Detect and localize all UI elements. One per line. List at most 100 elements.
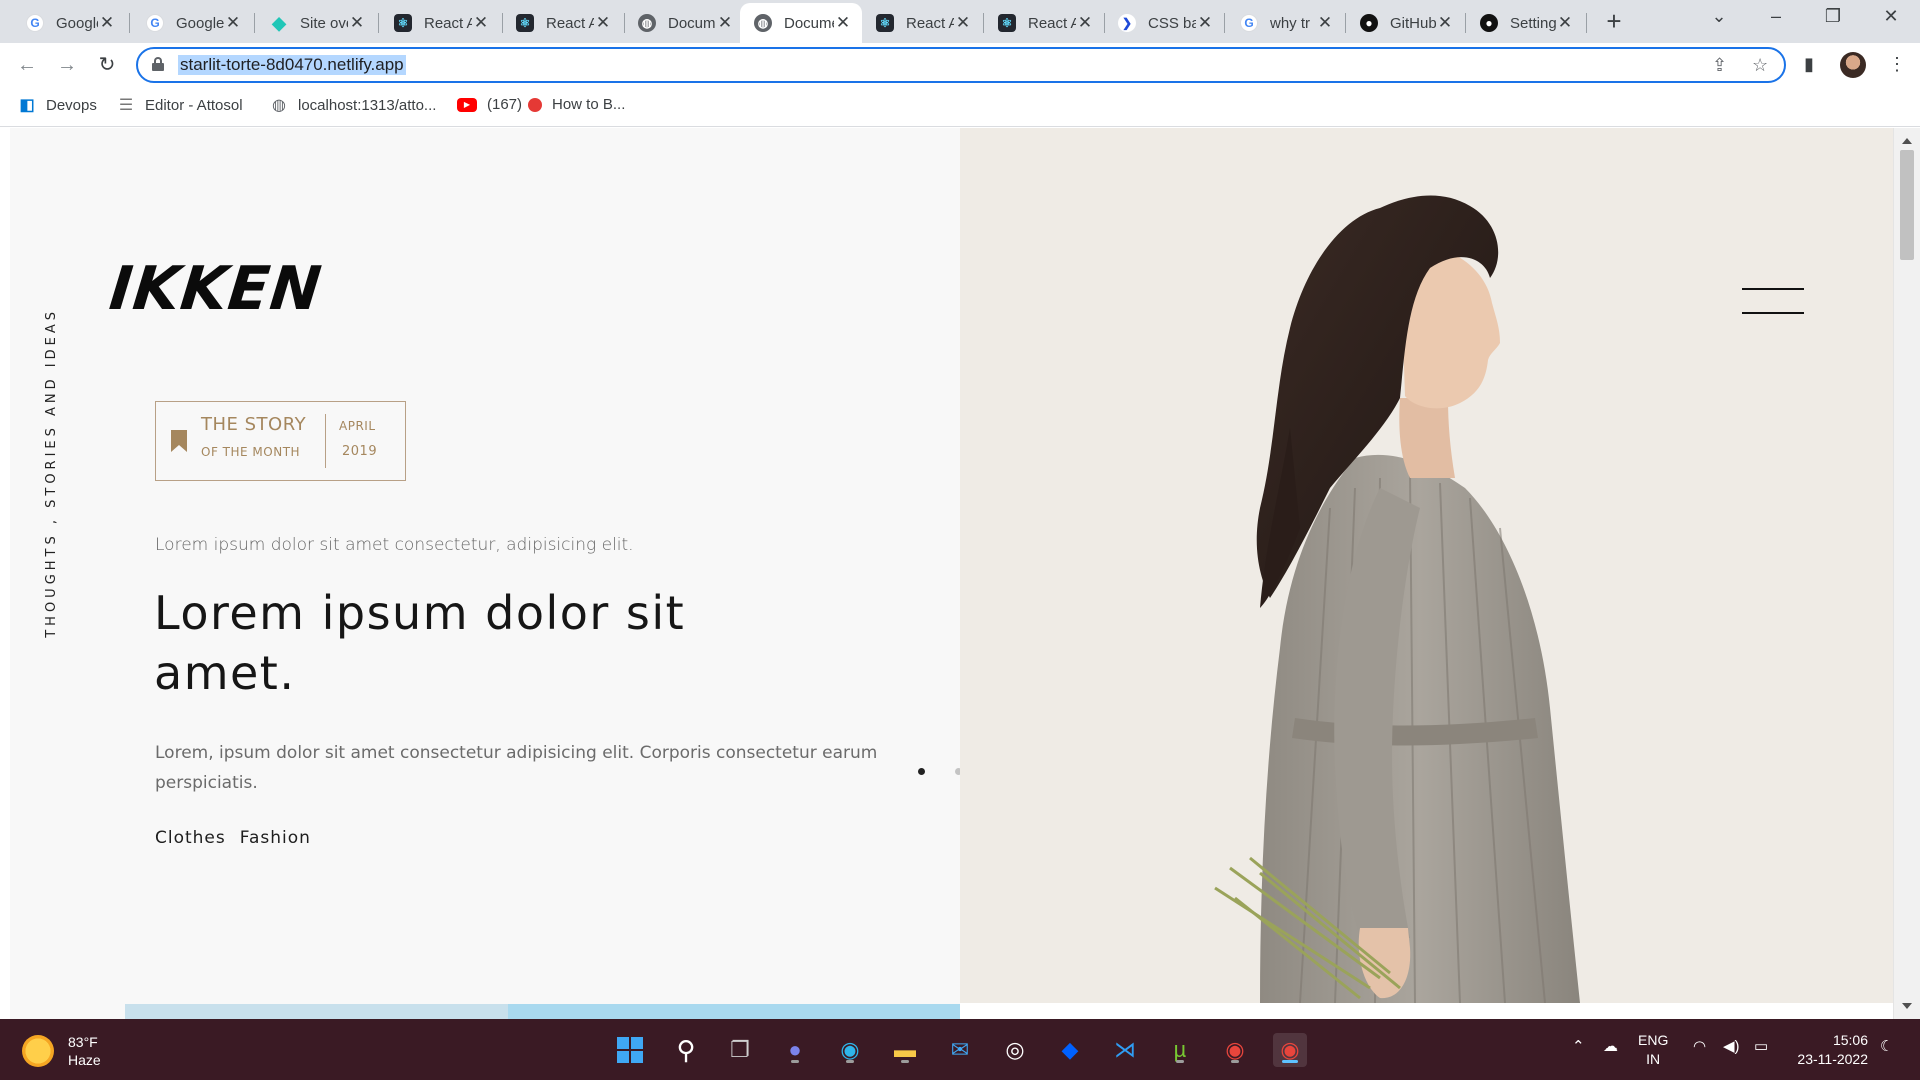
language-indicator[interactable]: ENG IN — [1638, 1031, 1668, 1069]
bookmark-how-to[interactable]: How to B... — [528, 96, 625, 113]
new-tab-button[interactable]: + — [1600, 8, 1628, 36]
tab-google-2[interactable]: G Google ✕ — [132, 3, 252, 43]
search-icon[interactable]: ⚲ — [669, 1033, 703, 1067]
mail-icon[interactable]: ✉ — [943, 1033, 977, 1067]
tab-react-app-4[interactable]: ⚛ React App ✕ — [984, 3, 1104, 43]
close-icon[interactable]: ✕ — [1196, 13, 1214, 33]
scroll-down-arrow-icon[interactable] — [1902, 1003, 1912, 1009]
bookmark-localhost[interactable]: ◍ localhost:1313/atto... — [270, 96, 436, 115]
intro-text: Lorem ipsum dolor sit amet consectetur, … — [155, 535, 634, 555]
tag-fashion[interactable]: Fashion — [240, 828, 311, 848]
close-icon[interactable]: ✕ — [472, 13, 490, 33]
close-icon[interactable]: ✕ — [594, 13, 612, 33]
url-text[interactable]: starlit-torte-8d0470.netlify.app — [178, 55, 406, 75]
close-icon[interactable]: ✕ — [834, 13, 852, 33]
story-of-month-badge: THE STORY OF THE MONTH APRIL 2019 — [155, 401, 406, 481]
edge-icon[interactable]: ◉ — [833, 1033, 867, 1067]
bookmark-editor-attosol[interactable]: ☰ Editor - Attosol — [117, 96, 243, 115]
hero-left-panel: THOUGHTS , STORIES AND IDEAS IKKEN THE S… — [10, 128, 999, 1019]
clock-date: 23-11-2022 — [1797, 1051, 1868, 1067]
lock-icon[interactable] — [152, 57, 164, 71]
tab-google-search[interactable]: G why tr ✕ — [1226, 3, 1344, 43]
tab-document-1[interactable]: ◍ Document ✕ — [624, 3, 744, 43]
weather-widget[interactable]: 83°F Haze — [22, 1033, 101, 1069]
reload-icon[interactable]: ↻ — [93, 51, 121, 79]
tag-list: Clothes Fashion — [155, 828, 311, 848]
bookmark-devops[interactable]: ◧ Devops — [18, 96, 96, 115]
close-icon[interactable]: ✕ — [1316, 13, 1334, 33]
system-clock[interactable]: 15:06 23-11-2022 — [1790, 1031, 1868, 1069]
tab-title: CSS basics — [1148, 14, 1196, 32]
close-icon[interactable]: ✕ — [348, 13, 366, 33]
start-icon[interactable] — [613, 1033, 647, 1067]
tab-title: Site overview — [300, 14, 348, 32]
bookmark-icon — [171, 430, 187, 452]
tab-settings[interactable]: ● Settings ✕ — [1466, 3, 1584, 43]
restore-icon[interactable]: ❐ — [1818, 6, 1848, 27]
tag-clothes[interactable]: Clothes — [155, 828, 226, 848]
more-menu-icon[interactable]: ⋮ — [1888, 54, 1906, 75]
google-icon: G — [146, 14, 164, 32]
story-subtitle: OF THE MONTH — [201, 445, 301, 459]
vertical-scrollbar[interactable] — [1893, 128, 1920, 1019]
task-view-icon[interactable]: ❐ — [723, 1033, 757, 1067]
tab-title: React App — [546, 14, 594, 32]
tab-document-active[interactable]: ◍ Document ✕ — [740, 3, 862, 43]
show-hidden-icons-chevron-icon[interactable]: ⌃ — [1572, 1037, 1585, 1055]
tab-site-overview[interactable]: ◆ Site overview ✕ — [256, 3, 376, 43]
volume-icon[interactable]: ◀) — [1723, 1037, 1740, 1055]
tab-github[interactable]: ● GitHub ✕ — [1346, 3, 1464, 43]
battery-icon[interactable]: ▭ — [1754, 1037, 1768, 1055]
story-year: 2019 — [342, 444, 378, 459]
react-icon: ⚛ — [394, 14, 412, 32]
slider-dot-1[interactable] — [918, 768, 925, 775]
tab-search-chevron-icon[interactable]: ⌄ — [1704, 6, 1734, 27]
app-icon[interactable]: ◎ — [998, 1033, 1032, 1067]
tab-css-basics[interactable]: ❯ CSS basics ✕ — [1104, 3, 1224, 43]
side-panel-icon[interactable]: ▮ — [1804, 54, 1814, 75]
close-icon[interactable]: ✕ — [98, 13, 116, 33]
google-icon: G — [1240, 14, 1258, 32]
teams-chat-icon[interactable]: ● — [778, 1033, 812, 1067]
scroll-up-arrow-icon[interactable] — [1902, 138, 1912, 144]
google-icon: G — [26, 14, 44, 32]
bookmark-label: How to B... — [552, 96, 626, 113]
clock-time: 15:06 — [1832, 1032, 1868, 1048]
back-arrow-icon[interactable]: ← — [13, 51, 41, 79]
tab-separator — [129, 13, 130, 33]
chrome-icon[interactable]: ◉ — [1273, 1033, 1307, 1067]
close-icon[interactable]: ✕ — [1556, 13, 1574, 33]
onedrive-cloud-icon[interactable]: ☁ — [1603, 1037, 1618, 1055]
minimize-icon[interactable]: – — [1761, 6, 1791, 27]
tab-title: React App — [1028, 14, 1076, 32]
utorrent-icon[interactable]: µ — [1163, 1033, 1197, 1067]
profile-avatar[interactable] — [1840, 52, 1866, 78]
tab-react-app-1[interactable]: ⚛ React App ✕ — [380, 3, 500, 43]
tab-google-1[interactable]: G Google ✕ — [12, 3, 126, 43]
powershell-icon: ❯ — [1118, 14, 1136, 32]
dropbox-icon[interactable]: ◆ — [1053, 1033, 1087, 1067]
close-icon[interactable]: ✕ — [954, 13, 972, 33]
site-logo[interactable]: IKKEN — [106, 254, 325, 324]
notifications-moon-icon[interactable]: ☾ — [1880, 1037, 1893, 1055]
close-icon[interactable]: ✕ — [224, 13, 242, 33]
window-close-icon[interactable]: ✕ — [1876, 6, 1906, 27]
close-icon[interactable]: ✕ — [716, 13, 734, 33]
tab-separator — [1586, 13, 1587, 33]
close-icon[interactable]: ✕ — [1076, 13, 1094, 33]
tab-react-app-3[interactable]: ⚛ React App ✕ — [862, 3, 982, 43]
bookmark-youtube[interactable]: ▶ (167) — [457, 96, 522, 113]
chrome-profile-icon[interactable]: ◉ — [1218, 1033, 1252, 1067]
bookmark-star-icon[interactable]: ☆ — [1752, 55, 1768, 76]
hamburger-menu-icon[interactable] — [1742, 288, 1804, 314]
scroll-thumb[interactable] — [1900, 150, 1914, 260]
address-bar[interactable]: starlit-torte-8d0470.netlify.app ⇪ ☆ — [136, 47, 1786, 83]
vscode-icon[interactable]: ⋊ — [1108, 1033, 1142, 1067]
story-month: APRIL — [339, 419, 376, 433]
wifi-icon[interactable]: ◠ — [1693, 1037, 1706, 1055]
tab-react-app-2[interactable]: ⚛ React App ✕ — [502, 3, 622, 43]
forward-arrow-icon[interactable]: → — [53, 51, 81, 79]
close-icon[interactable]: ✕ — [1436, 13, 1454, 33]
file-explorer-icon[interactable]: ▬ — [888, 1033, 922, 1067]
share-icon[interactable]: ⇪ — [1712, 55, 1727, 76]
